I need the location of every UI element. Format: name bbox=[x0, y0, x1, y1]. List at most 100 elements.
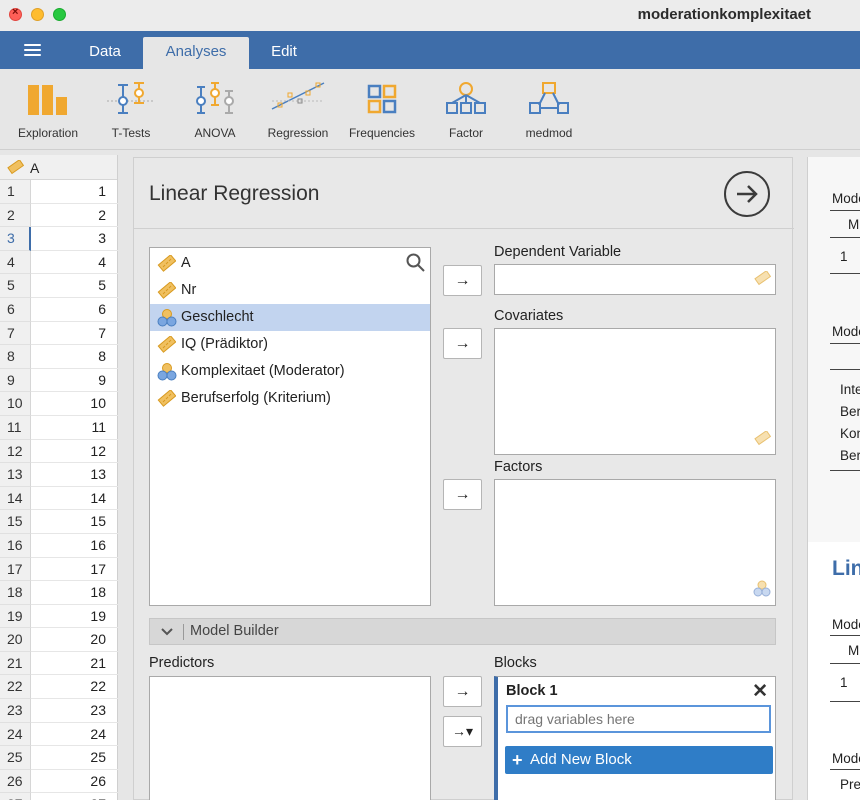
cell-value[interactable]: 24 bbox=[31, 723, 118, 747]
cell-value[interactable]: 3 bbox=[31, 227, 118, 251]
table-row[interactable]: 18 18 bbox=[0, 581, 118, 605]
table-row[interactable]: 22 bbox=[0, 203, 118, 228]
variables-list[interactable]: A Nr Geschlecht IQ (Prädiktor) Komplexitaet … bbox=[149, 247, 431, 606]
cell-value[interactable]: 7 bbox=[31, 322, 118, 346]
row-number[interactable]: 19 bbox=[0, 604, 31, 629]
row-number[interactable]: 1 bbox=[0, 180, 31, 204]
table-row[interactable]: 55 bbox=[0, 274, 118, 298]
predictors-box[interactable] bbox=[149, 676, 431, 800]
cell-value[interactable]: 11 bbox=[31, 416, 118, 440]
cell-value[interactable]: 22 bbox=[31, 675, 118, 700]
results-panel[interactable]: Mode M 1 Mode Inte Ber Kon Ber Lin Mode … bbox=[807, 157, 860, 800]
row-number[interactable]: 20 bbox=[0, 628, 31, 652]
covariates-box[interactable] bbox=[494, 328, 776, 455]
cell-value[interactable]: 15 bbox=[31, 510, 118, 534]
frequencies-button[interactable]: Frequencies bbox=[344, 79, 420, 145]
table-row[interactable]: 20 20 bbox=[0, 628, 118, 652]
close-window-button[interactable] bbox=[9, 6, 22, 21]
row-number[interactable]: 24 bbox=[0, 722, 31, 747]
cell-value[interactable]: 16 bbox=[31, 534, 118, 558]
table-row[interactable]: 11 bbox=[0, 180, 118, 204]
model-builder-toggle[interactable]: Model Builder bbox=[149, 618, 776, 645]
row-number[interactable]: 5 bbox=[0, 274, 31, 298]
column-header-a[interactable]: A bbox=[0, 155, 117, 180]
table-row[interactable]: 11 11 bbox=[0, 415, 118, 440]
cell-value[interactable]: 2 bbox=[31, 204, 118, 228]
row-number[interactable]: 23 bbox=[0, 699, 31, 723]
move-to-factors-button[interactable]: → bbox=[443, 479, 482, 510]
table-row[interactable]: 12 12 bbox=[0, 439, 118, 464]
anova-button[interactable]: ANOVA bbox=[186, 79, 244, 145]
cell-value[interactable]: 25 bbox=[31, 746, 118, 770]
table-row[interactable]: 25 25 bbox=[0, 746, 118, 770]
tab-edit[interactable]: Edit bbox=[256, 37, 312, 69]
cell-value[interactable]: 19 bbox=[31, 605, 118, 629]
table-row[interactable]: 2727 bbox=[0, 793, 118, 800]
add-new-block-button[interactable]: + Add New Block bbox=[505, 746, 773, 774]
row-number[interactable]: 14 bbox=[0, 486, 31, 511]
row-number[interactable]: 27 bbox=[0, 793, 31, 800]
zoom-window-button[interactable] bbox=[53, 8, 66, 21]
table-row[interactable]: 99 bbox=[0, 368, 118, 393]
table-row[interactable]: 10 10 bbox=[0, 392, 118, 416]
run-analysis-button[interactable] bbox=[724, 171, 770, 217]
row-number[interactable]: 7 bbox=[0, 321, 31, 346]
tab-analyses[interactable]: Analyses bbox=[143, 37, 249, 69]
cell-value[interactable]: 5 bbox=[31, 274, 118, 298]
table-row[interactable]: 24 24 bbox=[0, 722, 118, 747]
table-row[interactable]: 77 bbox=[0, 321, 118, 346]
table-row[interactable]: 44 bbox=[0, 250, 118, 275]
exploration-button[interactable]: Exploration bbox=[12, 79, 84, 145]
move-to-block-button[interactable]: → bbox=[443, 676, 482, 707]
minimize-window-button[interactable] bbox=[31, 8, 44, 21]
cell-value[interactable]: 14 bbox=[31, 487, 118, 511]
row-number[interactable]: 11 bbox=[0, 415, 31, 440]
row-number[interactable]: 18 bbox=[0, 581, 31, 605]
cell-value[interactable]: 26 bbox=[31, 770, 118, 794]
row-number[interactable]: 22 bbox=[0, 675, 31, 700]
cell-value[interactable]: 20 bbox=[31, 628, 118, 652]
row-number[interactable]: 8 bbox=[0, 345, 31, 369]
row-number[interactable]: 13 bbox=[0, 463, 31, 487]
row-number[interactable]: 25 bbox=[0, 746, 31, 770]
table-row[interactable]: 14 14 bbox=[0, 486, 118, 511]
move-to-dependent-button[interactable]: → bbox=[443, 265, 482, 296]
table-row[interactable]: 16 16 bbox=[0, 533, 118, 558]
block-1[interactable]: Block 1 ✕ + Add New Block bbox=[494, 676, 776, 800]
factor-button[interactable]: Factor bbox=[438, 79, 494, 145]
move-to-covariates-button[interactable]: → bbox=[443, 328, 482, 359]
cell-value[interactable]: 27 bbox=[31, 793, 118, 800]
table-row[interactable]: 21 21 bbox=[0, 651, 118, 676]
row-number[interactable]: 4 bbox=[0, 250, 31, 275]
medmod-button[interactable]: medmod bbox=[518, 79, 580, 145]
hamburger-menu-icon[interactable] bbox=[24, 44, 41, 56]
variable-item[interactable]: Komplexitaet (Moderator) bbox=[150, 358, 430, 385]
data-spreadsheet[interactable]: A 1 1 2 2 3 3 4 4 5 5 6 6 7 7 8 8 9 9 10 10 11 11 12 12 13 13 14 14… bbox=[0, 155, 118, 800]
cell-value[interactable]: 18 bbox=[31, 581, 118, 605]
variable-item[interactable]: Berufserfolg (Kriterium) bbox=[150, 385, 430, 412]
cell-value[interactable]: 9 bbox=[31, 369, 118, 393]
variable-item[interactable]: IQ (Prädiktor) bbox=[150, 331, 430, 358]
variable-item[interactable]: Nr bbox=[150, 277, 430, 304]
cell-value[interactable]: 12 bbox=[31, 440, 118, 464]
table-row[interactable]: 23 23 bbox=[0, 699, 118, 723]
table-row[interactable]: 88 bbox=[0, 345, 118, 369]
cell-value[interactable]: 21 bbox=[31, 652, 118, 676]
cell-value[interactable]: 4 bbox=[31, 251, 118, 275]
table-row[interactable]: 66 bbox=[0, 297, 118, 322]
table-row[interactable]: 26 26 bbox=[0, 769, 118, 794]
variable-item[interactable]: A bbox=[150, 250, 430, 277]
row-number[interactable]: 15 bbox=[0, 510, 31, 534]
row-number[interactable]: 26 bbox=[0, 769, 31, 794]
cell-value[interactable]: 10 bbox=[31, 392, 118, 416]
table-row[interactable]: 33 bbox=[0, 227, 118, 251]
cell-value[interactable]: 13 bbox=[31, 463, 118, 487]
regression-button[interactable]: Regression bbox=[262, 79, 334, 145]
tab-data[interactable]: Data bbox=[75, 37, 135, 69]
table-row[interactable]: 22 22 bbox=[0, 675, 118, 700]
variable-item[interactable]: Geschlecht bbox=[150, 304, 430, 331]
cell-value[interactable]: 23 bbox=[31, 699, 118, 723]
close-icon[interactable]: ✕ bbox=[752, 680, 768, 703]
row-number[interactable]: 2 bbox=[0, 203, 31, 228]
table-row[interactable]: 17 17 bbox=[0, 557, 118, 582]
